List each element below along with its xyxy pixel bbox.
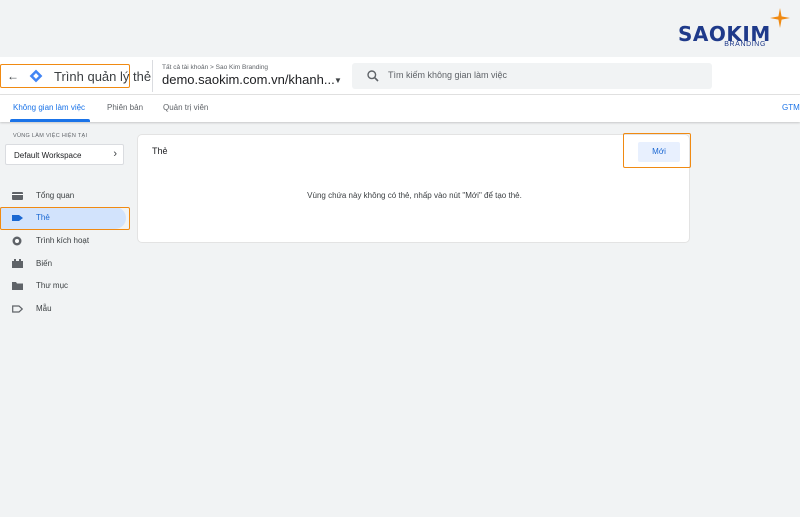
tab-gtm[interactable]: GTM (782, 103, 800, 112)
logo-tagline: BRANDING (724, 41, 766, 48)
template-icon (12, 305, 23, 313)
workspace-search[interactable]: Tìm kiếm không gian làm việc (352, 63, 712, 89)
tags-highlight (0, 207, 130, 230)
workspace-selector[interactable]: Default Workspace › (5, 144, 124, 165)
breadcrumb[interactable]: Tất cả tài khoản > Sao Kim Branding (162, 64, 268, 71)
saokim-logo: SAOKIM BRANDING (678, 8, 790, 52)
app-title-highlight: ← Trình quản lý thẻ (0, 64, 151, 88)
sidebar-item-label: Biến (36, 259, 53, 268)
sidebar-item-label: Tổng quan (36, 191, 75, 200)
chevron-right-icon: › (113, 148, 117, 160)
sidebar-item-folders[interactable]: Thư mục (0, 275, 126, 297)
search-icon (367, 70, 379, 82)
arrow-left-icon[interactable]: ← (7, 69, 19, 83)
tag-manager-diamond-icon (29, 69, 43, 83)
card-title: Thẻ (152, 146, 168, 156)
sidebar-item-variables[interactable]: Biến (0, 253, 126, 275)
star-sparkle-icon (770, 8, 790, 28)
container-selector[interactable]: demo.saokim.com.vn/khanh... (162, 72, 335, 87)
sidebar-item-label: Trình kích hoạt (36, 236, 90, 245)
workspace-label: VÙNG LÀM VIỆC HIỆN TẠI (13, 133, 88, 139)
tab-bar: Không gian làm việc Phiên bản Quản trị v… (0, 95, 800, 122)
overview-folder-icon (12, 192, 23, 200)
new-button-highlight (623, 133, 691, 168)
brand-band: SAOKIM BRANDING (0, 0, 800, 57)
sidebar-item-overview[interactable]: Tổng quan (0, 185, 126, 207)
sidebar-item-triggers[interactable]: Trình kích hoạt (0, 230, 126, 252)
tab-workspace[interactable]: Không gian làm việc (13, 103, 85, 112)
trigger-icon (12, 236, 22, 246)
search-input[interactable]: Tìm kiếm không gian làm việc (388, 70, 507, 80)
tab-admin[interactable]: Quản trị viên (163, 103, 208, 112)
caret-down-icon[interactable]: ▼ (334, 76, 342, 85)
sidebar-item-label: Thư mục (36, 281, 69, 290)
empty-state-message: Vùng chứa này không có thẻ, nhấp vào nút… (307, 191, 522, 200)
header-divider (152, 60, 153, 92)
variables-icon (12, 259, 23, 268)
workspace-name: Default Workspace (14, 151, 82, 160)
tab-versions[interactable]: Phiên bản (107, 103, 143, 112)
sidebar-item-templates[interactable]: Mẫu (0, 298, 126, 320)
sidebar-item-label: Mẫu (36, 304, 52, 313)
tags-card: Thẻ Mới Vùng chứa này không có thẻ, nhấp… (137, 134, 690, 243)
active-tab-indicator (10, 119, 90, 122)
folder-icon (12, 282, 23, 290)
app-title[interactable]: Trình quản lý thẻ (54, 69, 151, 84)
app-header: ← Trình quản lý thẻ Tất cả tài khoản > S… (0, 57, 800, 95)
